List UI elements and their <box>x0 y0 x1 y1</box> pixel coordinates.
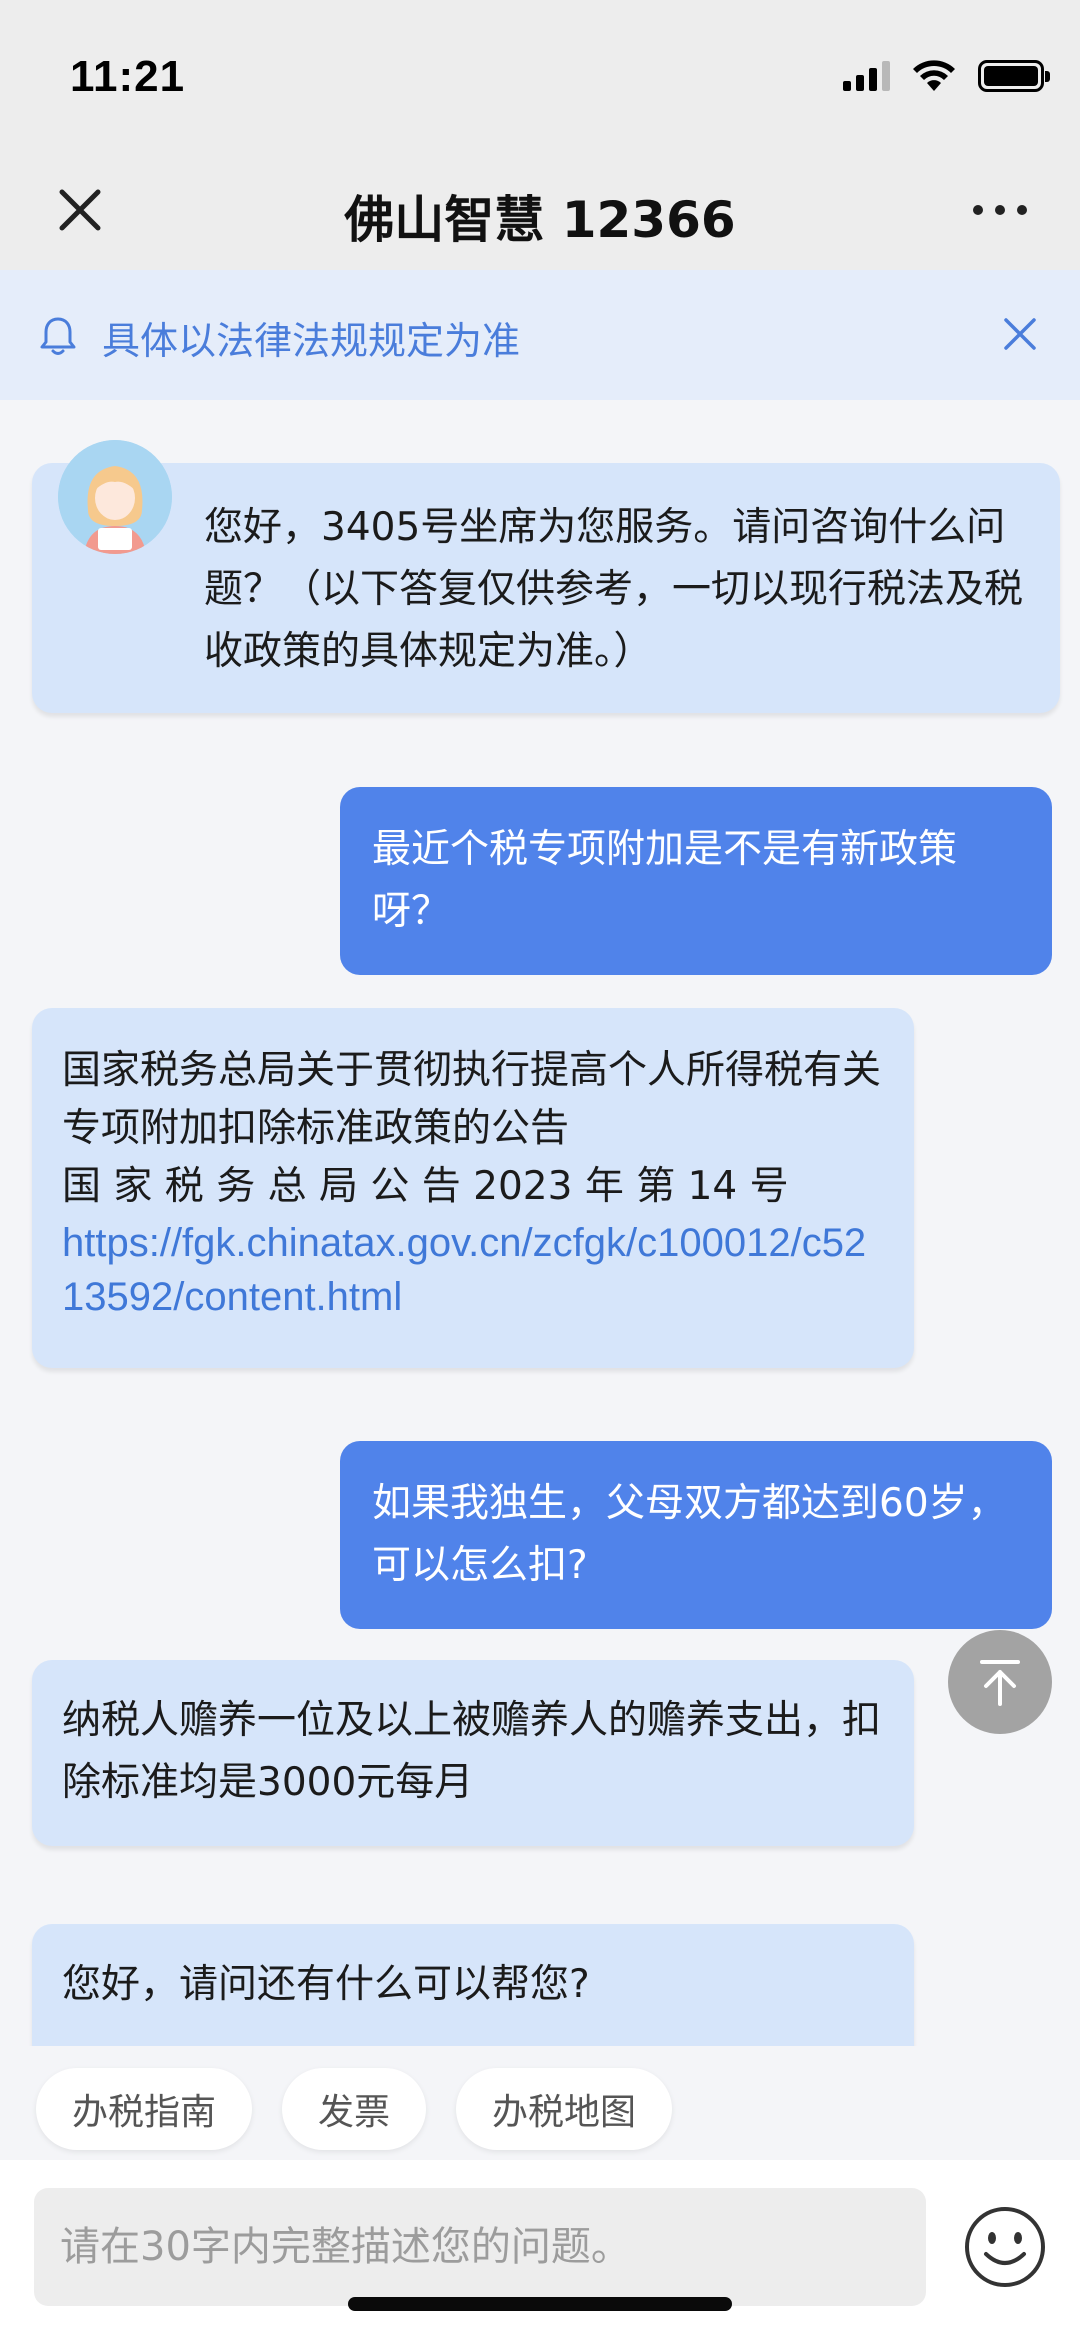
cellular-signal-icon <box>843 61 890 91</box>
agent-avatar <box>58 440 172 554</box>
bot-message: 您好，3405号坐席为您服务。请问咨询什么问题？（以下答复仅供参考，一切以现行税… <box>32 463 1060 713</box>
input-bar <box>0 2160 1080 2339</box>
policy-link[interactable]: https://fgk.chinatax.gov.cn/zcfgk/c10001… <box>62 1216 884 1324</box>
battery-icon <box>978 60 1050 92</box>
message-input[interactable] <box>34 2188 926 2306</box>
notice-close-icon[interactable] <box>1000 314 1040 354</box>
status-bar: 11:21 <box>0 0 1080 150</box>
user-message: 最近个税专项附加是不是有新政策呀？ <box>340 787 1052 975</box>
bot-message-text: 国家税务总局关于贯彻执行提高个人所得税有关专项附加扣除标准政策的公告 <box>62 1048 882 1151</box>
scroll-to-top-button[interactable] <box>948 1630 1052 1734</box>
bot-message-text: 您好，请问还有什么可以帮您? <box>62 1962 590 2007</box>
quick-reply-tax-guide[interactable]: 办税指南 <box>36 2068 252 2150</box>
page-title: 佛山智慧 12366 <box>344 191 736 249</box>
wifi-icon <box>913 60 955 91</box>
bot-message-text: 纳税人赡养一位及以上被赡养人的赡养支出，扣除标准均是3000元每月 <box>62 1698 882 1805</box>
bell-icon <box>40 317 76 355</box>
status-icons <box>843 56 1050 96</box>
notice-text: 具体以法律法规规定为准 <box>102 319 521 363</box>
more-options-icon[interactable] <box>960 185 1040 235</box>
agent-avatar-icon <box>58 440 172 554</box>
user-message-text: 最近个税专项附加是不是有新政策呀？ <box>372 827 958 934</box>
emoji-icon[interactable] <box>962 2204 1048 2290</box>
bot-message-text: 您好，3405号坐席为您服务。请问咨询什么问题？（以下答复仅供参考，一切以现行税… <box>204 505 1024 674</box>
quick-reply-tax-map[interactable]: 办税地图 <box>456 2068 672 2150</box>
bot-message: 您好，请问还有什么可以帮您? <box>32 1924 914 2046</box>
home-indicator <box>348 2297 732 2311</box>
nav-bar: 佛山智慧 12366 <box>0 150 1080 270</box>
quick-reply-bar: 办税指南 发票 办税地图 <box>0 2046 1080 2160</box>
bot-message: 纳税人赡养一位及以上被赡养人的赡养支出，扣除标准均是3000元每月 <box>32 1660 914 1846</box>
quick-reply-invoice[interactable]: 发票 <box>282 2068 426 2150</box>
bot-message: 国家税务总局关于贯彻执行提高个人所得税有关专项附加扣除标准政策的公告 国 家 税… <box>32 1008 914 1368</box>
bot-message-text: 国 家 税 务 总 局 公 告 2023 年 第 14 号 <box>62 1164 789 1209</box>
user-message-text: 如果我独生，父母双方都达到60岁，可以怎么扣? <box>372 1481 1007 1588</box>
notice-banner: 具体以法律法规规定为准 <box>0 270 1080 400</box>
status-time: 11:21 <box>70 52 186 101</box>
user-message: 如果我独生，父母双方都达到60岁，可以怎么扣? <box>340 1441 1052 1629</box>
arrow-up-icon <box>980 1660 1020 1706</box>
